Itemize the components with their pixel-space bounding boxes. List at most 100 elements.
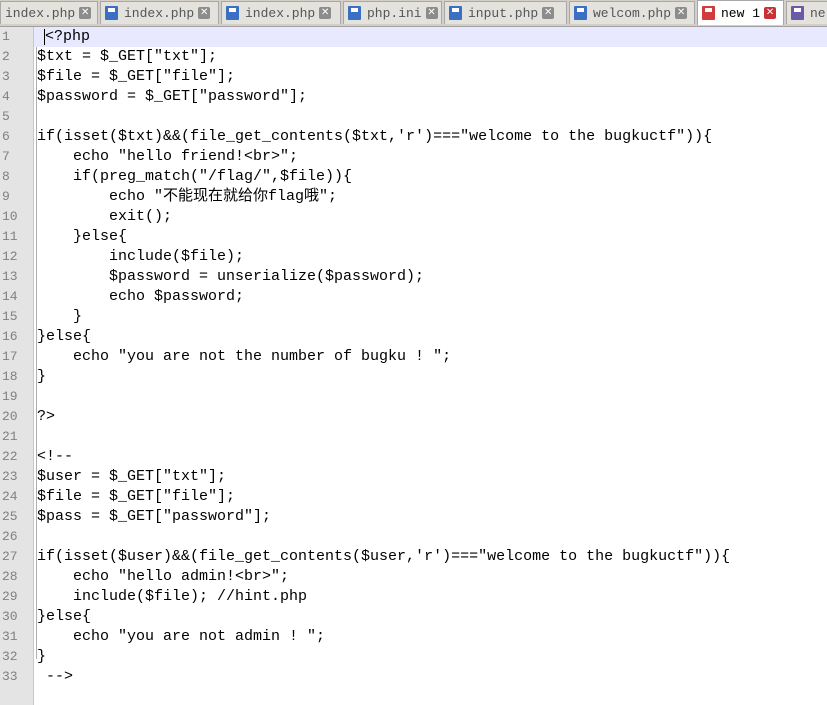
line-number: 30 xyxy=(2,609,18,624)
close-icon[interactable]: ✕ xyxy=(675,7,688,19)
line-number: 27 xyxy=(2,549,18,564)
line-number: 24 xyxy=(2,489,18,504)
tab-label: index.php xyxy=(5,5,76,21)
line-number: 13 xyxy=(2,269,18,284)
tab-label: welcom.php xyxy=(593,5,672,21)
line-text: if(isset($user)&&(file_get_contents($use… xyxy=(37,548,731,565)
php-file-icon xyxy=(449,6,462,20)
close-icon[interactable]: ✕ xyxy=(198,7,211,19)
tab-index-php-1[interactable]: index.php ✕ xyxy=(0,1,98,24)
code-line: 19 xyxy=(0,387,827,407)
php-file-icon xyxy=(105,6,118,20)
tab-label: new 1 xyxy=(721,5,761,21)
close-icon[interactable]: ✕ xyxy=(542,7,555,19)
line-text: ?> xyxy=(37,408,56,425)
line-number: 31 xyxy=(2,629,18,644)
line-number: 7 xyxy=(2,149,10,164)
tab-label: input.php xyxy=(468,5,539,21)
line-text: if(preg_match("/flag/",$file)){ xyxy=(37,168,353,185)
code-line: 8 if(preg_match("/flag/",$file)){ xyxy=(0,167,827,187)
line-number: 21 xyxy=(2,429,18,444)
code-line: 24 $file = $_GET["file"]; xyxy=(0,487,827,507)
tab-bar: index.php ✕ index.php ✕ index.php ✕ php.… xyxy=(0,0,827,27)
code-line: 17 echo "you are not the number of bugku… xyxy=(0,347,827,367)
line-text: $pass = $_GET["password"]; xyxy=(37,508,272,525)
line-number: 26 xyxy=(2,529,18,544)
line-number: 14 xyxy=(2,289,18,304)
line-text: echo "you are not admin ! "; xyxy=(37,628,326,645)
line-text: echo "you are not the number of bugku ! … xyxy=(37,348,452,365)
line-text: --> xyxy=(37,668,74,685)
tab-index-php-2[interactable]: index.php ✕ xyxy=(100,1,219,24)
line-number: 1 xyxy=(2,29,10,44)
line-text: include($file); //hint.php xyxy=(37,588,308,605)
code-line: 18} xyxy=(0,367,827,387)
line-number: 3 xyxy=(2,69,10,84)
ini-file-icon xyxy=(348,6,361,20)
code-line: 5 xyxy=(0,107,827,127)
close-icon[interactable]: ✕ xyxy=(425,7,438,19)
code-line: 13 $password = unserialize($password); xyxy=(0,267,827,287)
code-line: 28 echo "hello admin!<br>"; xyxy=(0,567,827,587)
code-line: 7 echo "hello friend!<br>"; xyxy=(0,147,827,167)
code-line: 1 <?php xyxy=(0,27,827,47)
line-number: 15 xyxy=(2,309,18,324)
line-text: } xyxy=(37,648,47,665)
tab-input-php[interactable]: input.php ✕ xyxy=(444,1,567,24)
line-text: echo "hello admin!<br>"; xyxy=(37,568,290,585)
line-number: 10 xyxy=(2,209,18,224)
line-number: 2 xyxy=(2,49,10,64)
code-line: 29 include($file); //hint.php xyxy=(0,587,827,607)
line-number: 9 xyxy=(2,189,10,204)
code-line: 20 ?> xyxy=(0,407,827,427)
code-line: 31 echo "you are not admin ! "; xyxy=(0,627,827,647)
php-file-icon xyxy=(226,6,239,20)
line-text: }else{ xyxy=(37,608,92,625)
line-text: echo $password; xyxy=(37,288,245,305)
line-text: $file = $_GET["file"]; xyxy=(37,68,236,85)
code-line: 10 exit(); xyxy=(0,207,827,227)
line-number: 4 xyxy=(2,89,10,104)
line-text: echo "不能现在就给你flag哦"; xyxy=(37,188,338,205)
line-text: }else{ xyxy=(37,328,92,345)
line-number: 6 xyxy=(2,129,10,144)
line-text: <?php xyxy=(45,28,91,45)
line-text: $user = $_GET["txt"]; xyxy=(37,468,227,485)
code-line: 23 $user = $_GET["txt"]; xyxy=(0,467,827,487)
line-text: exit(); xyxy=(37,208,173,225)
line-text: $password = $_GET["password"]; xyxy=(37,88,308,105)
close-icon[interactable]: ✕ xyxy=(79,7,92,19)
close-icon[interactable]: ✕ xyxy=(764,7,777,19)
line-text: echo "hello friend!<br>"; xyxy=(37,148,299,165)
unsaved-file-icon xyxy=(702,6,715,20)
tab-new-1[interactable]: new 1 ✕ xyxy=(697,0,784,25)
code-line: 32} xyxy=(0,647,827,667)
code-line: 26 xyxy=(0,527,827,547)
line-number: 33 xyxy=(2,669,18,684)
tab-label: index.php xyxy=(245,5,316,21)
code-line: 21 xyxy=(0,427,827,447)
line-number: 19 xyxy=(2,389,18,404)
php-file-icon xyxy=(574,6,587,20)
code-line: 33 --> xyxy=(0,667,827,687)
close-icon[interactable]: ✕ xyxy=(319,7,332,19)
code-line: 6 if(isset($txt)&&(file_get_contents($txt… xyxy=(0,127,827,147)
line-number: 12 xyxy=(2,249,18,264)
tab-welcom-php[interactable]: welcom.php ✕ xyxy=(569,1,695,24)
tab-ne[interactable]: ne xyxy=(786,1,827,24)
file-icon xyxy=(791,6,804,20)
code-line: 22 <!-- xyxy=(0,447,827,467)
code-line: 27 if(isset($user)&&(file_get_contents($u… xyxy=(0,547,827,567)
tab-php-ini[interactable]: php.ini ✕ xyxy=(343,1,442,24)
line-text: } xyxy=(37,368,47,385)
tab-index-php-3[interactable]: index.php ✕ xyxy=(221,1,341,24)
line-number: 16 xyxy=(2,329,18,344)
line-number: 25 xyxy=(2,509,18,524)
line-text: } xyxy=(37,308,83,325)
line-number: 18 xyxy=(2,369,18,384)
line-number: 32 xyxy=(2,649,18,664)
code-line: 15 } xyxy=(0,307,827,327)
code-line: 9 echo "不能现在就给你flag哦"; xyxy=(0,187,827,207)
line-number: 29 xyxy=(2,589,18,604)
line-text: $txt = $_GET["txt"]; xyxy=(37,48,218,65)
